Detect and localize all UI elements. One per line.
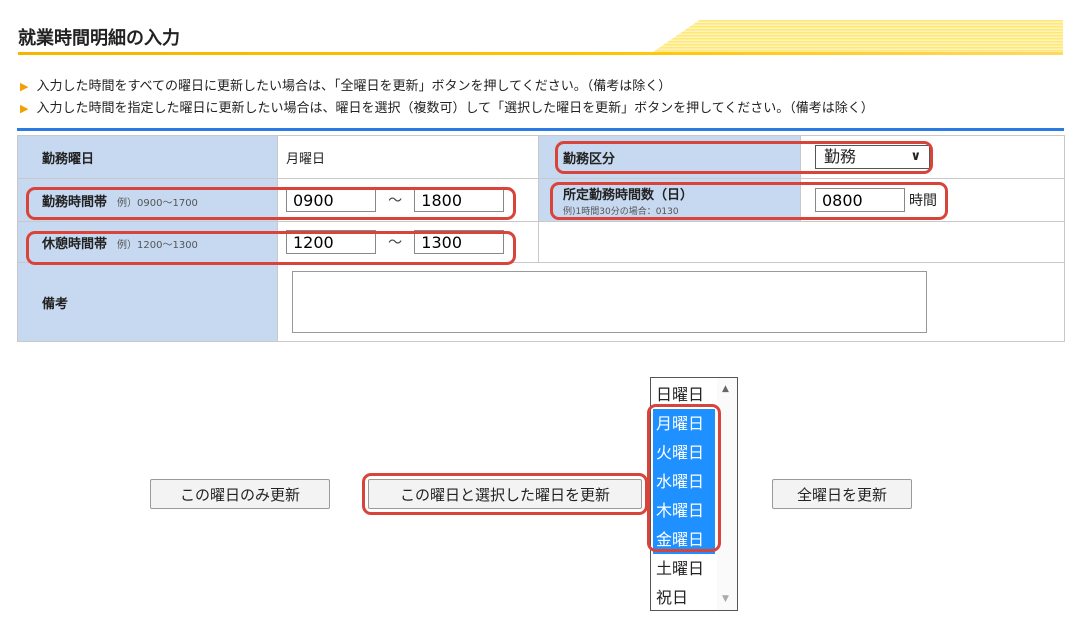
triangle-bullet-icon: ▶ (20, 80, 29, 93)
weekday-listbox[interactable]: 日曜日 月曜日 火曜日 水曜日 木曜日 金曜日 土曜日 祝日 ▲ ▼ (650, 377, 738, 611)
break-hours-example: 例）1200〜1300 (117, 239, 198, 251)
form-top-bar (17, 128, 1064, 131)
break-hours-label: 休憩時間帯 例）1200〜1300 (17, 221, 278, 263)
listbox-scrollbar[interactable]: ▲ ▼ (717, 378, 737, 610)
scheduled-hours-example: 例)1時間30分の場合：0130 (563, 206, 679, 217)
scheduled-hours-input[interactable] (815, 188, 905, 212)
work-hours-example: 例）0900〜1700 (117, 197, 198, 209)
work-hours-tilde: 〜 (388, 193, 403, 209)
update-this-day-button[interactable]: この曜日のみ更新 (150, 479, 330, 509)
weekday-option-fri[interactable]: 金曜日 (653, 525, 715, 554)
scroll-up-arrow-icon[interactable]: ▲ (722, 384, 729, 394)
work-hours-label: 勤務時間帯 例）0900〜1700 (17, 178, 278, 222)
title-decoration (650, 20, 1063, 54)
update-all-days-button[interactable]: 全曜日を更新 (772, 479, 912, 509)
scroll-down-arrow-icon[interactable]: ▼ (722, 594, 729, 604)
work-end-input[interactable] (414, 188, 505, 212)
work-type-label: 勤務区分 (538, 135, 801, 179)
work-start-input[interactable] (286, 188, 376, 212)
instruction-1: ▶ 入力した時間をすべての曜日に更新したい場合は、「全曜日を更新」ボタンを押してく… (20, 79, 672, 94)
weekday-option-tue[interactable]: 火曜日 (653, 438, 715, 467)
weekday-option-sat[interactable]: 土曜日 (653, 554, 715, 583)
page-title: 就業時間明細の入力 (18, 28, 180, 49)
scheduled-hours-label: 所定勤務時間数（日） 例)1時間30分の場合：0130 (538, 178, 801, 222)
break-end-input[interactable] (414, 230, 505, 254)
scheduled-hours-unit: 時間 (909, 193, 937, 209)
work-detail-form: 勤務曜日 月曜日 勤務区分 勤務∨ 勤務時間帯例）0900〜1700 〜 所定勤… (17, 135, 1065, 342)
empty-cell (538, 221, 1065, 263)
title-underline (18, 52, 1063, 55)
break-start-input[interactable] (286, 230, 376, 254)
instruction-2: ▶ 入力した時間を指定した曜日に更新したい場合は、曜日を選択（複数可）して「選択し… (20, 101, 874, 116)
update-selected-days-button[interactable]: この曜日と選択した曜日を更新 (368, 479, 642, 509)
work-day-value: 月曜日 (277, 135, 539, 179)
work-type-select[interactable]: 勤務 ∨ (815, 145, 930, 169)
weekday-option-mon[interactable]: 月曜日 (653, 409, 715, 438)
weekday-option-thu[interactable]: 木曜日 (653, 496, 715, 525)
remarks-label: 備考 (17, 262, 278, 342)
work-day-label: 勤務曜日 (17, 135, 278, 179)
break-hours-tilde: 〜 (388, 235, 403, 251)
weekday-option-wed[interactable]: 水曜日 (653, 467, 715, 496)
weekday-option-sun[interactable]: 日曜日 (653, 380, 715, 409)
weekday-option-holiday[interactable]: 祝日 (653, 583, 715, 610)
chevron-down-icon: ∨ (910, 149, 921, 164)
triangle-bullet-icon: ▶ (20, 102, 29, 115)
remarks-textarea[interactable] (292, 271, 927, 333)
